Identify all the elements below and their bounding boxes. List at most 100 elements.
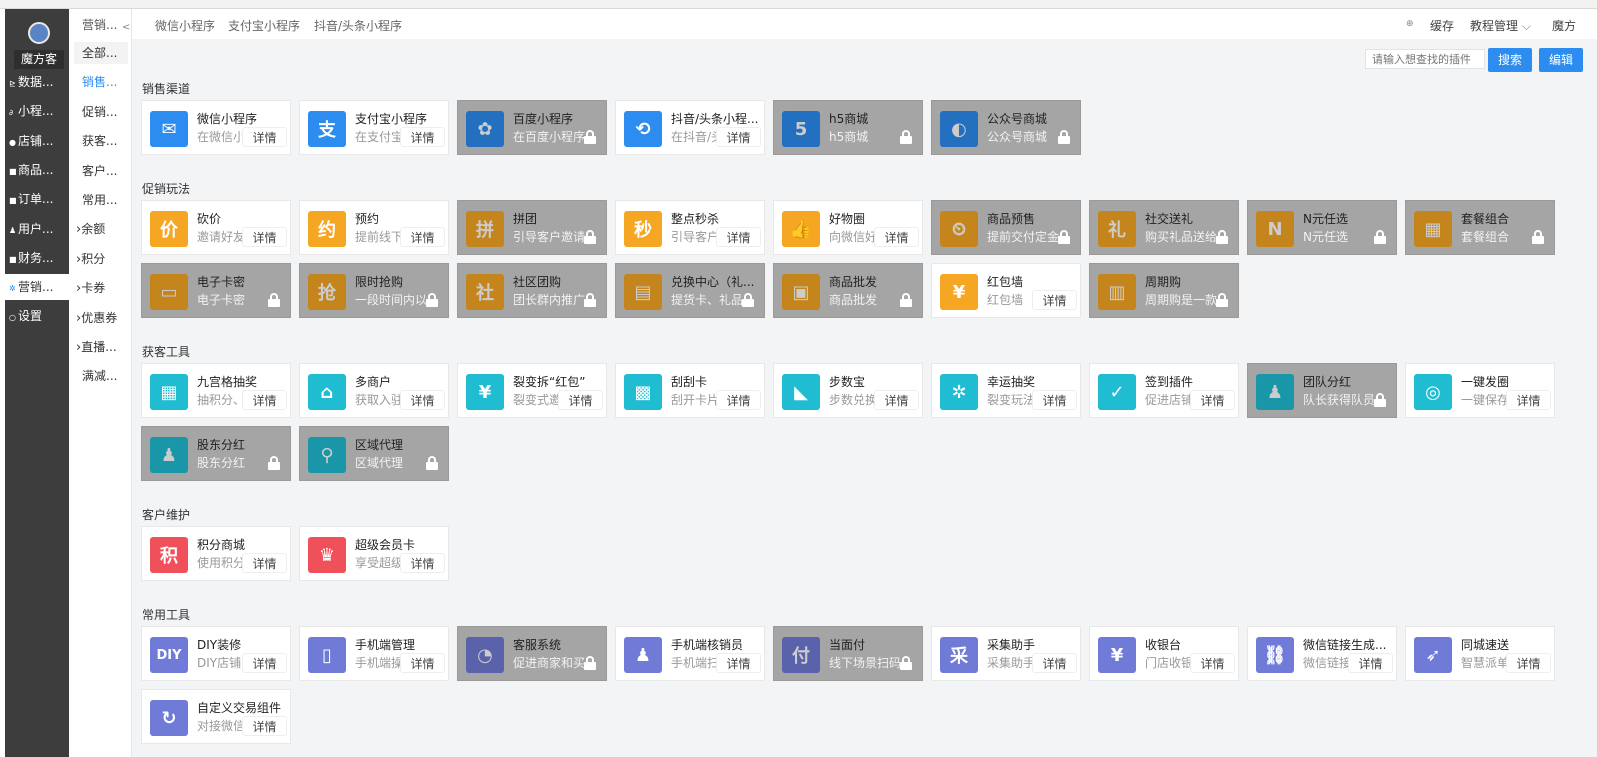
plugin-card[interactable]: ⚲ 区域代理 区域代理	[299, 426, 449, 481]
user-menu[interactable]: 魔方	[1552, 17, 1576, 34]
sidebar-item-5[interactable]: ♟ 用户...	[5, 216, 69, 242]
sidebar-item-1[interactable]: ∂ 小程...	[5, 98, 69, 124]
detail-button[interactable]: 详情	[400, 653, 445, 673]
detail-button[interactable]: 详情	[400, 127, 445, 147]
sidebar-item-4[interactable]: ■订单...	[5, 186, 69, 212]
detail-button[interactable]: 详情	[716, 127, 761, 147]
sidebar-item-0[interactable]: ⊵ 数据...	[5, 69, 69, 95]
subnav-item-7[interactable]: ›积分	[74, 248, 128, 270]
plugin-card[interactable]: 付当面付 线下场景扫码	[773, 626, 923, 681]
plugin-card[interactable]: ✿ 百度小程序 在百度小程序	[457, 100, 607, 155]
plugin-card[interactable]: ✲ 幸运抽奖 裂变玩法 详情	[931, 363, 1081, 418]
plugin-card[interactable]: ↻ 自定义交易组件 对接微信交易 详情	[141, 689, 291, 744]
edit-button[interactable]: 编辑	[1539, 48, 1583, 72]
plugin-card[interactable]: ◎ 一键发圈 一键保存素材 详情	[1405, 363, 1555, 418]
sidebar-item-6[interactable]: ■财务...	[5, 245, 69, 271]
detail-button[interactable]: 详情	[242, 390, 287, 410]
plugin-card[interactable]: ▤ 兑换中心（礼... 提货卡、礼品	[615, 263, 765, 318]
subnav-item-3[interactable]: 获客...	[74, 130, 128, 152]
plugin-card[interactable]: 约预约 提前线下预约 详情	[299, 200, 449, 255]
plugin-card[interactable]: ♛ 超级会员卡 享受超级会员 详情	[299, 526, 449, 581]
subnav-item-9[interactable]: ›优惠券	[74, 307, 128, 329]
sidebar-item-7[interactable]: ✲ 营销...	[5, 274, 69, 301]
plugin-card[interactable]: 社社区团购 团长群内推广	[457, 263, 607, 318]
plugin-card[interactable]: ◐ 公众号商城 公众号商城	[931, 100, 1081, 155]
plugin-card[interactable]: ⟲ 抖音/头条小程... 在抖音/头条 详情	[615, 100, 765, 155]
detail-button[interactable]: 详情	[242, 553, 287, 573]
detail-button[interactable]: 详情	[242, 227, 287, 247]
detail-button[interactable]: 详情	[1032, 290, 1077, 310]
plugin-card[interactable]: 5 h5商城 h5商城	[773, 100, 923, 155]
sidebar-item-2[interactable]: ● 店铺...	[5, 128, 69, 154]
plugin-card[interactable]: ➶ 同城速送 智慧派单 详情	[1405, 626, 1555, 681]
subnav-item-4[interactable]: 客户...	[74, 160, 128, 182]
sidebar-item-3[interactable]: ■商品...	[5, 157, 69, 183]
collapse-icon[interactable]: <	[122, 22, 130, 33]
detail-button[interactable]: 详情	[716, 653, 761, 673]
plugin-card[interactable]: ⌂ 多商户 获取入驻商户 详情	[299, 363, 449, 418]
plugin-card[interactable]: ✉ 微信小程序 在微信小程序 详情	[141, 100, 291, 155]
detail-button[interactable]: 详情	[558, 390, 603, 410]
plugin-card[interactable]: 秒整点秒杀 引导客户购买 详情	[615, 200, 765, 255]
plugin-card[interactable]: 采采集助手 采集助手 详情	[931, 626, 1081, 681]
detail-button[interactable]: 详情	[1506, 390, 1551, 410]
cache-button[interactable]: 缓存	[1430, 17, 1454, 34]
search-button[interactable]: 搜索	[1488, 48, 1532, 72]
cache-icon[interactable]: ⊕	[1406, 19, 1414, 29]
plugin-card[interactable]: ♟ 手机端核销员 手机端扫码 详情	[615, 626, 765, 681]
detail-button[interactable]: 详情	[400, 553, 445, 573]
subnav-item-8[interactable]: ›卡券	[74, 277, 128, 299]
subnav-item-10[interactable]: ›直播...	[74, 336, 128, 358]
plugin-card[interactable]: 礼社交送礼 购买礼品送给	[1089, 200, 1239, 255]
plugin-card[interactable]: ¥ 收银台 门店收银 详情	[1089, 626, 1239, 681]
tab-alipay-miniprogram[interactable]: 支付宝小程序	[228, 17, 300, 34]
plugin-card[interactable]: DIY DIY装修 DIY店铺页面 详情	[141, 626, 291, 681]
detail-button[interactable]: 详情	[400, 227, 445, 247]
tutorial-menu[interactable]: 教程管理 ⌵	[1470, 17, 1531, 34]
plugin-card[interactable]: ▭ 电子卡密 电子卡密	[141, 263, 291, 318]
plugin-card[interactable]: 👍 好物圈 向微信好友 详情	[773, 200, 923, 255]
detail-button[interactable]: 详情	[716, 227, 761, 247]
subnav-item-6[interactable]: ›余额	[74, 218, 128, 240]
plugin-search-input[interactable]	[1365, 49, 1485, 69]
plugin-card[interactable]: ▣ 商品批发 商品批发	[773, 263, 923, 318]
plugin-card[interactable]: ⛓ 微信链接生成... 微信链接生成 详情	[1247, 626, 1397, 681]
tab-douyin-miniprogram[interactable]: 抖音/头条小程序	[314, 17, 402, 34]
plugin-card[interactable]: 积积分商城 使用积分兑换 详情	[141, 526, 291, 581]
detail-button[interactable]: 详情	[716, 390, 761, 410]
detail-button[interactable]: 详情	[1506, 653, 1551, 673]
subnav-item-5[interactable]: 常用...	[74, 189, 128, 211]
plugin-card[interactable]: ◣ 步数宝 步数兑换商品 详情	[773, 363, 923, 418]
plugin-card[interactable]: 支支付宝小程序在支付宝小程序详情	[299, 100, 449, 155]
plugin-card[interactable]: ▩ 刮刮卡 刮开卡片 详情	[615, 363, 765, 418]
detail-button[interactable]: 详情	[242, 716, 287, 736]
plugin-card[interactable]: 拼拼团 引导客户邀请	[457, 200, 607, 255]
plugin-card[interactable]: ◔ 客服系统促进商家和买家	[457, 626, 607, 681]
plugin-card[interactable]: 价砍价 邀请好友砍价 详情	[141, 200, 291, 255]
sidebar-item-8[interactable]: ○ 设置	[5, 303, 69, 329]
plugin-card[interactable]: ♟ 股东分红 股东分红	[141, 426, 291, 481]
subnav-item-1[interactable]: 销售...	[74, 71, 128, 93]
detail-button[interactable]: 详情	[1190, 390, 1235, 410]
subnav-item-11[interactable]: 满减...	[74, 365, 128, 387]
plugin-card[interactable]: ⏲ 商品预售 提前交付定金	[931, 200, 1081, 255]
plugin-card[interactable]: ▦ 九宫格抽奖 抽积分、红包 详情	[141, 363, 291, 418]
detail-button[interactable]: 详情	[1190, 653, 1235, 673]
subnav-item-0[interactable]: 全部...	[74, 42, 128, 64]
detail-button[interactable]: 详情	[1348, 653, 1393, 673]
plugin-card[interactable]: 抢限时抢购 一段时间内以	[299, 263, 449, 318]
subnav-item-2[interactable]: 促销...	[74, 101, 128, 123]
detail-button[interactable]: 详情	[874, 390, 919, 410]
detail-button[interactable]: 详情	[400, 390, 445, 410]
plugin-card[interactable]: ♟ 团队分红 队长获得队员	[1247, 363, 1397, 418]
plugin-card[interactable]: ▯ 手机端管理 手机端操作 详情	[299, 626, 449, 681]
plugin-card[interactable]: ✓ 签到插件 促进店铺活跃 详情	[1089, 363, 1239, 418]
plugin-card[interactable]: N N元任选 N元任选	[1247, 200, 1397, 255]
plugin-card[interactable]: ▦ 套餐组合 套餐组合	[1405, 200, 1555, 255]
plugin-card[interactable]: ▥ 周期购 周期购是一款	[1089, 263, 1239, 318]
tab-wechat-miniprogram[interactable]: 微信小程序	[155, 17, 215, 34]
detail-button[interactable]: 详情	[1032, 390, 1077, 410]
plugin-card[interactable]: ¥ 裂变拆“红包” 裂变式邀请 详情	[457, 363, 607, 418]
detail-button[interactable]: 详情	[242, 127, 287, 147]
plugin-card[interactable]: ¥ 红包墙 红包墙 详情	[931, 263, 1081, 318]
